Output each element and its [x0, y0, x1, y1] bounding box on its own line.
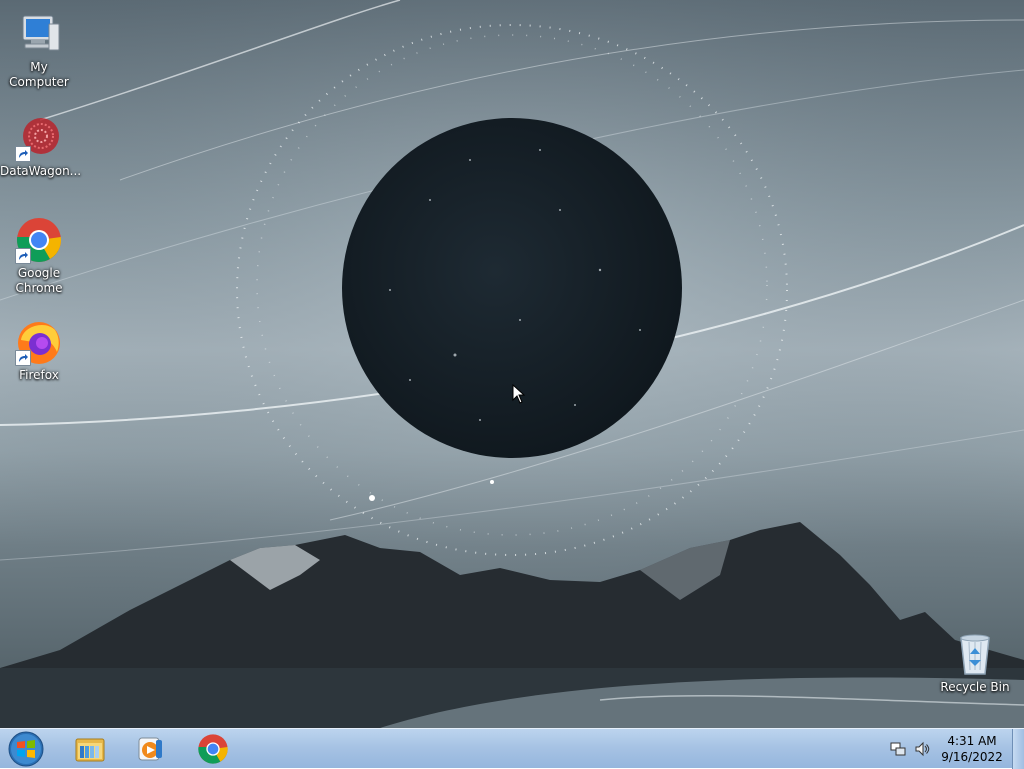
desktop-icon-google-chrome[interactable]: Google Chrome — [0, 216, 78, 296]
desktop-icon-label: Firefox — [19, 368, 59, 382]
folder-icon — [75, 738, 105, 762]
desktop-icon-my-computer[interactable]: My Computer — [0, 10, 78, 90]
shortcut-arrow-icon — [15, 350, 31, 366]
taskbar-clock[interactable]: 4:31 AM 9/16/2022 — [935, 733, 1009, 765]
clock-date: 9/16/2022 — [941, 750, 1003, 764]
taskbar-button-chrome[interactable] — [185, 731, 241, 767]
chrome-icon — [198, 734, 228, 764]
network-icon[interactable] — [890, 741, 906, 757]
recycle-bin-icon — [951, 630, 999, 678]
desktop-icon-label: My Computer — [9, 60, 69, 89]
clock-time: 4:31 AM — [947, 734, 997, 748]
desktop-icon-datawagon[interactable]: DataWagon... — [0, 114, 82, 179]
desktop-icon-label: Recycle Bin — [940, 680, 1010, 694]
shortcut-arrow-icon — [15, 248, 31, 264]
desktop[interactable]: My Computer DataWagon... Google Chrome F… — [0, 0, 1024, 728]
desktop-icon-recycle-bin[interactable]: Recycle Bin — [936, 630, 1014, 695]
computer-icon — [15, 10, 63, 58]
firefox-icon — [15, 318, 63, 366]
start-button[interactable] — [4, 731, 48, 767]
desktop-icon-label: DataWagon... — [0, 164, 82, 178]
shortcut-arrow-icon — [15, 146, 31, 162]
taskbar-button-explorer[interactable] — [62, 731, 118, 767]
chrome-icon — [15, 216, 63, 264]
show-desktop-button[interactable] — [1012, 729, 1024, 769]
windows-start-icon — [8, 731, 44, 767]
taskbar: 4:31 AM 9/16/2022 — [0, 728, 1024, 769]
wallpaper — [0, 0, 1024, 728]
mouse-cursor-icon — [512, 384, 526, 404]
media-player-icon — [138, 737, 162, 761]
taskbar-button-media-player[interactable] — [122, 731, 178, 767]
datawagon-icon — [15, 114, 63, 162]
volume-icon[interactable] — [914, 741, 930, 757]
desktop-icon-firefox[interactable]: Firefox — [0, 318, 78, 383]
desktop-icon-label: Google Chrome — [15, 266, 63, 295]
